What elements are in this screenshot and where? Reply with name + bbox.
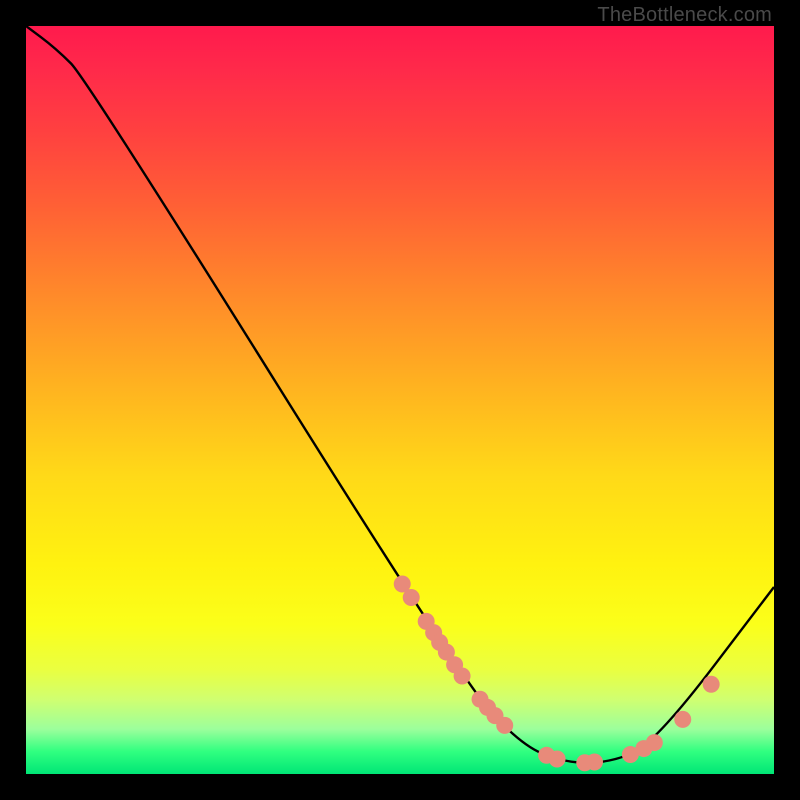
data-point: [703, 676, 720, 693]
data-point: [496, 717, 513, 734]
data-points: [394, 576, 720, 772]
data-point: [646, 734, 663, 751]
curve-line: [26, 26, 774, 763]
data-point: [586, 754, 603, 771]
data-point: [403, 589, 420, 606]
data-point: [674, 711, 691, 728]
data-point: [549, 751, 566, 768]
chart-svg: [26, 26, 774, 774]
attribution-text: TheBottleneck.com: [597, 4, 772, 27]
data-point: [454, 668, 471, 685]
